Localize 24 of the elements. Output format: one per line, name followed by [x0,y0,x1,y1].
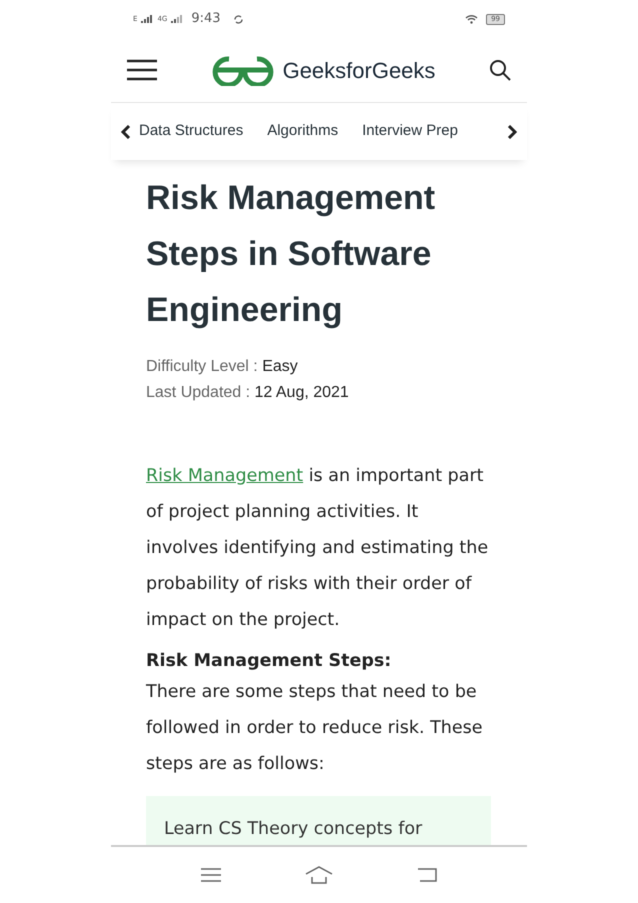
signal-icon [141,15,154,23]
logo-icon [210,54,275,86]
article-paragraph: There are some steps that need to be followed in order to reduce risk. These steps are as follows: [146,681,484,776]
menu-icon[interactable] [127,59,157,81]
article-link[interactable]: Risk Management [146,466,304,486]
chevron-right-icon[interactable] [507,124,517,138]
chevron-left-icon[interactable] [121,124,131,138]
meta-line: Difficulty Level : Easy [146,357,299,377]
wifi-icon [465,14,478,24]
section-heading: Risk Management Steps: [146,650,392,673]
search-icon[interactable] [489,59,511,81]
signal-icon [171,15,184,23]
category-link[interactable]: Data Structures [139,120,244,143]
article-title: Risk Management Steps in Software Engineering [146,178,436,331]
status-time: 9:43 [191,10,221,28]
home-icon[interactable] [305,866,333,884]
article-paragraph: Risk Management is an important part of project planning activities. It involves identifying and estimating the probability of risks with their order of impact on the project. [146,465,490,632]
category-link[interactable]: Algorithms [267,120,338,143]
back-icon[interactable] [417,867,437,883]
category-link[interactable]: Interview Prep [362,120,458,143]
logo-text: GeeksforGeeks [282,56,436,84]
promo-text: Learn CS Theory concepts for [164,819,422,839]
meta-line: Last Updated : 12 Aug, 2021 [146,383,350,403]
sync-icon [232,14,244,24]
